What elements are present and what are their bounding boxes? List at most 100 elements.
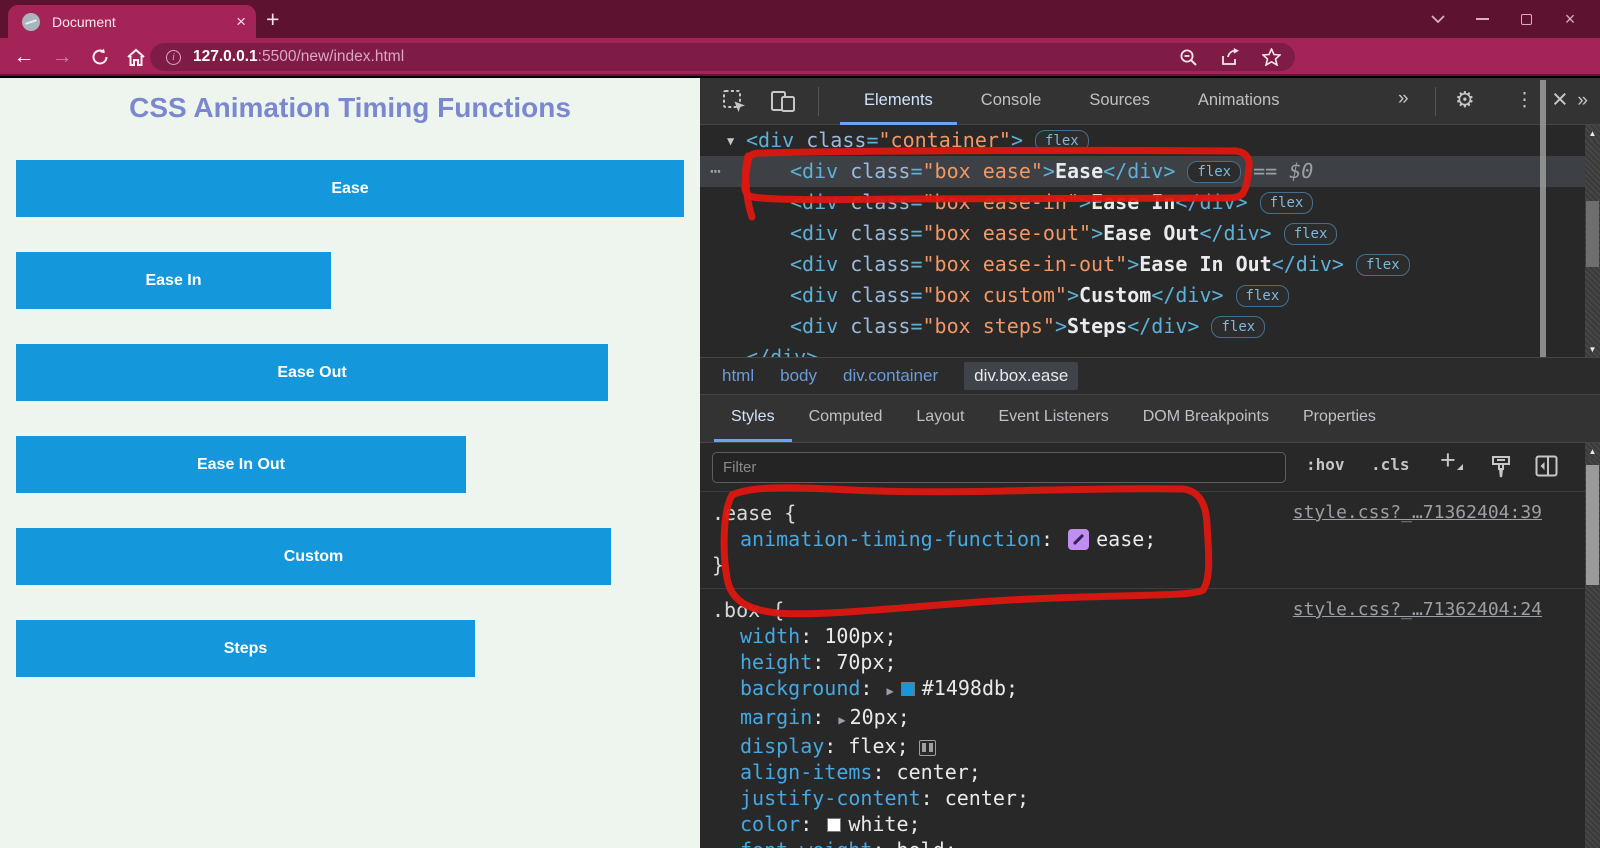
declaration-background[interactable]: background: ▶ #1498db; <box>712 675 1600 704</box>
flex-badge[interactable]: flex <box>1034 130 1089 152</box>
device-toolbar-icon[interactable] <box>770 89 796 114</box>
devtools-menu-icon[interactable]: ⋮ <box>1515 89 1534 112</box>
flex-badge[interactable]: flex <box>1259 192 1314 214</box>
expand-shorthand-icon[interactable]: ▶ <box>838 713 845 727</box>
address-bar[interactable]: i 127.0.0.1:5500/new/index.html <box>150 43 1295 71</box>
bezier-curve-icon[interactable] <box>1068 529 1090 550</box>
declaration-justify-content[interactable]: justify-content: center; <box>712 785 1600 811</box>
css-property-value: 100px <box>824 624 885 648</box>
inspect-element-icon[interactable] <box>722 89 747 114</box>
settings-gear-icon[interactable]: ⚙ <box>1455 87 1475 113</box>
declaration-align-items[interactable]: align-items: center; <box>712 759 1600 785</box>
toggle-class-button[interactable]: .cls <box>1371 455 1410 474</box>
zoom-indicator-icon[interactable] <box>1179 48 1198 67</box>
declaration-color[interactable]: color: white; <box>712 811 1600 837</box>
css-property-value: ease <box>1096 527 1145 551</box>
browser-tab[interactable]: Document × <box>8 5 256 38</box>
scrollbar-thumb[interactable] <box>1586 201 1599 267</box>
tab-console[interactable]: Console <box>957 78 1066 125</box>
computed-sidebar-toggle-icon[interactable] <box>1535 455 1558 477</box>
tree-row-box-custom[interactable]: <div class="box custom">Custom</div> flex <box>700 280 1585 311</box>
window-controls: × <box>1430 0 1600 38</box>
demo-box-custom: Custom <box>16 528 611 585</box>
flex-badge[interactable]: flex <box>1235 285 1290 307</box>
color-swatch[interactable] <box>900 682 915 696</box>
scroll-up-icon[interactable]: ▲ <box>1585 443 1600 459</box>
tab-styles[interactable]: Styles <box>714 395 792 442</box>
declaration-width[interactable]: width: 100px; <box>712 623 1600 649</box>
tab-computed[interactable]: Computed <box>792 395 900 442</box>
tree-row-close-div[interactable]: </div> <box>700 342 1585 357</box>
scrollbar-thumb[interactable] <box>1586 465 1599 585</box>
window-close-button[interactable]: × <box>1562 9 1578 29</box>
forward-button[interactable]: → <box>46 38 78 76</box>
stylesheet-source-link[interactable]: style.css?_…71362404:24 <box>1293 599 1542 620</box>
tree-row-box-ease-out[interactable]: <div class="box ease-out">Ease Out</div>… <box>700 218 1585 249</box>
rule-selector[interactable]: .box <box>712 598 760 622</box>
url-text[interactable]: 127.0.0.1:5500/new/index.html <box>193 48 1157 66</box>
minimize-button[interactable] <box>1474 11 1490 27</box>
back-button[interactable]: ← <box>8 38 40 76</box>
css-property-value: 20px <box>849 705 898 729</box>
site-info-icon[interactable]: i <box>166 49 181 65</box>
declaration-animation-timing-function[interactable]: animation-timing-function: ease; <box>712 526 1600 552</box>
declaration-height[interactable]: height: 70px; <box>712 649 1600 675</box>
tab-elements[interactable]: Elements <box>840 78 957 125</box>
declaration-margin[interactable]: margin: ▶ 20px; <box>712 704 1600 733</box>
elements-tree: ▼ <div class="container"> flex ⋯ <div class=… <box>700 125 1585 357</box>
tab-animations[interactable]: Animations <box>1174 78 1304 125</box>
styles-scrollbar[interactable]: ▲ <box>1585 443 1600 848</box>
css-property-value: center <box>944 786 1017 810</box>
tab-search-chevron-icon[interactable] <box>1430 11 1446 27</box>
tree-row-container[interactable]: ▼ <div class="container"> flex <box>700 125 1585 156</box>
styles-filter-input[interactable] <box>712 452 1286 483</box>
more-tabs-icon[interactable]: » <box>1398 88 1409 110</box>
breadcrumb-html[interactable]: html <box>722 366 754 386</box>
console-var-reference: $0 <box>1289 159 1314 183</box>
tree-scrollbar[interactable]: ▲ ▼ <box>1585 125 1600 357</box>
tab-properties[interactable]: Properties <box>1286 395 1393 442</box>
declaration-display[interactable]: display: flex; <box>712 733 1600 759</box>
tab-title: Document <box>52 13 116 30</box>
equals-marker: == <box>1253 159 1290 183</box>
scroll-down-icon[interactable]: ▼ <box>1585 341 1600 357</box>
maximize-button[interactable] <box>1518 11 1534 27</box>
reload-button[interactable] <box>84 38 116 76</box>
toggle-hover-state-button[interactable]: :hov <box>1306 455 1345 474</box>
flex-badge[interactable]: flex <box>1355 254 1410 276</box>
breadcrumb-body[interactable]: body <box>780 366 817 386</box>
flex-badge[interactable]: flex <box>1211 316 1266 338</box>
tree-row-box-ease-in-out[interactable]: <div class="box ease-in-out">Ease In Out… <box>700 249 1585 280</box>
color-swatch[interactable] <box>827 818 842 832</box>
stylesheet-source-link[interactable]: style.css?_…71362404:39 <box>1293 502 1542 523</box>
tab-sources[interactable]: Sources <box>1065 78 1174 125</box>
tree-row-box-ease-in[interactable]: <div class="box ease-in">Ease In</div> fl… <box>700 187 1585 218</box>
tab-close-icon[interactable]: × <box>236 13 246 30</box>
tab-layout[interactable]: Layout <box>899 395 981 442</box>
new-tab-button[interactable]: + <box>266 6 279 33</box>
flex-badge[interactable]: flex <box>1283 223 1338 245</box>
flex-editor-icon[interactable] <box>918 740 936 756</box>
rule-selector[interactable]: .ease <box>712 501 772 525</box>
flex-badge[interactable]: flex <box>1187 161 1242 183</box>
tab-event-listeners[interactable]: Event Listeners <box>981 395 1125 442</box>
rendering-brush-icon[interactable] <box>1490 455 1512 479</box>
new-style-rule-button[interactable]: + <box>1440 445 1463 476</box>
more-style-tabs-icon[interactable]: » <box>1577 90 1588 112</box>
devtools-close-icon[interactable]: × <box>1552 86 1568 113</box>
scroll-up-icon[interactable]: ▲ <box>1585 125 1600 141</box>
overflow-menu-dots-icon[interactable]: ⋯ <box>710 156 721 187</box>
tree-row-box-ease[interactable]: ⋯ <div class="box ease">Ease</div> flex == … <box>700 156 1585 187</box>
tree-scrollbar-thumb[interactable] <box>1540 80 1546 404</box>
disclosure-triangle-icon[interactable]: ▼ <box>727 126 734 157</box>
bookmark-star-icon[interactable] <box>1262 48 1281 66</box>
declaration-font-weight[interactable]: font-weight: bold; <box>712 837 1600 848</box>
expand-shorthand-icon[interactable]: ▶ <box>887 684 894 698</box>
home-button[interactable] <box>120 38 152 76</box>
tree-row-box-steps[interactable]: <div class="box steps">Steps</div> flex <box>700 311 1585 342</box>
tab-dom-breakpoints[interactable]: DOM Breakpoints <box>1126 395 1286 442</box>
breadcrumb-div-container[interactable]: div.container <box>843 366 938 386</box>
breadcrumb-div-box-ease[interactable]: div.box.ease <box>964 362 1079 390</box>
open-brace: { <box>760 598 785 622</box>
share-icon[interactable] <box>1220 48 1240 66</box>
